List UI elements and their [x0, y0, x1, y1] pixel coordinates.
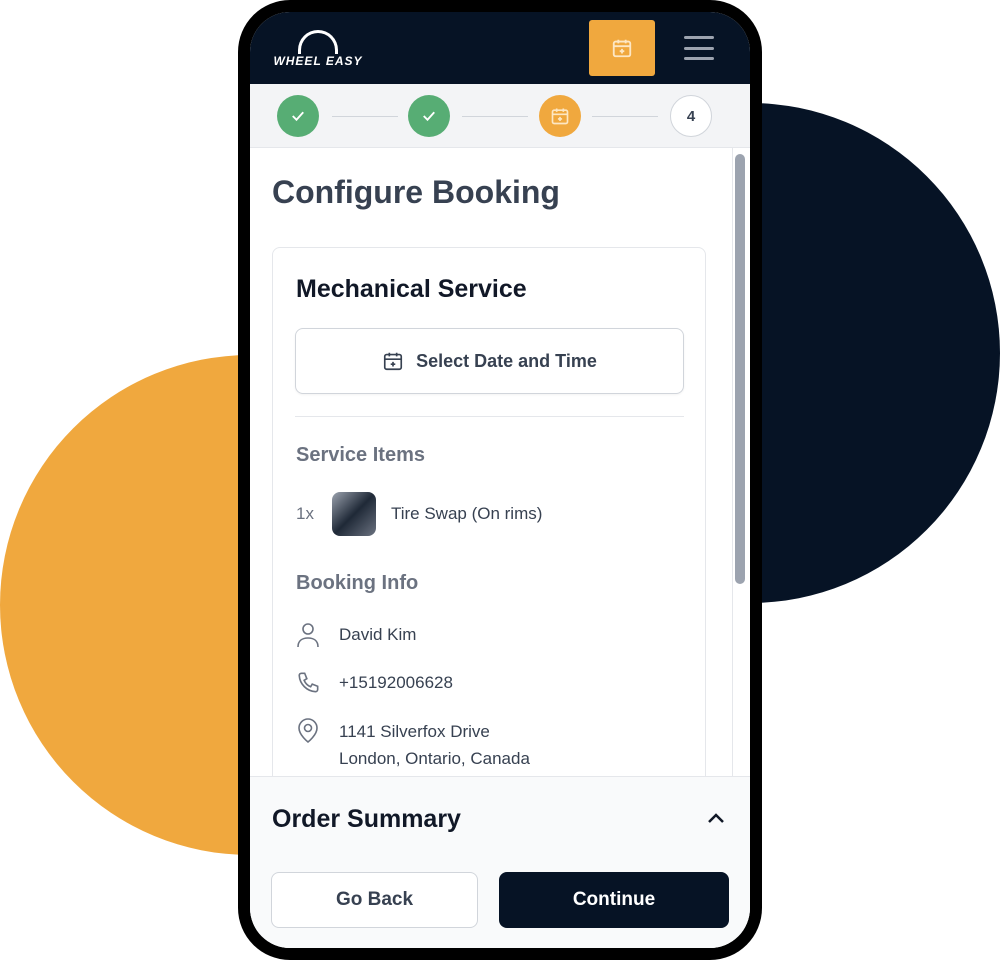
calendar-plus-icon: [384, 352, 403, 371]
booking-info-heading: Booking Info: [296, 572, 419, 594]
user-icon: [297, 623, 319, 648]
check-icon: [423, 111, 435, 122]
calendar-plus-icon: [612, 39, 632, 58]
service-title: Mechanical Service: [296, 275, 527, 303]
service-card: Mechanical Service Select Date and Time …: [272, 247, 706, 776]
chevron-up-icon[interactable]: [706, 811, 726, 825]
logo[interactable]: WHEEL EASY: [270, 30, 366, 68]
address-row: 1141 Silverfox Drive London, Ontario, Can…: [296, 718, 530, 772]
stepper: 4: [250, 84, 750, 148]
page-title: Configure Booking: [272, 174, 560, 210]
service-item: 1x Tire Swap (On rims): [296, 492, 542, 536]
booking-button[interactable]: [589, 20, 655, 76]
phone-frame: WHEEL EASY 4 Configure Booking Mechanica…: [238, 0, 762, 960]
header: WHEEL EASY: [250, 12, 750, 84]
footer: Order Summary Go Back Continue: [250, 776, 750, 948]
customer-name-row: David Kim: [296, 622, 416, 648]
phone-row: +15192006628: [296, 670, 453, 696]
step-2-complete: [408, 95, 450, 137]
item-name: Tire Swap (On rims): [390, 504, 543, 523]
divider: [295, 416, 684, 417]
step-3-current: [539, 95, 581, 137]
check-icon: [292, 111, 304, 122]
item-qty: 1x: [296, 504, 314, 523]
order-summary-toggle[interactable]: Order Summary: [272, 805, 461, 834]
screen: WHEEL EASY 4 Configure Booking Mechanica…: [250, 12, 750, 948]
select-date-time-button[interactable]: Select Date and Time: [295, 328, 684, 394]
calendar-plus-icon: [551, 108, 569, 125]
phone-icon: [298, 672, 319, 693]
step-4: 4: [670, 95, 712, 137]
item-thumbnail: [331, 492, 376, 536]
service-items-heading: Service Items: [296, 444, 425, 466]
main-content: Configure Booking Mechanical Service Sel…: [250, 148, 750, 776]
scrollbar[interactable]: [735, 154, 745, 584]
step-1-complete: [277, 95, 319, 137]
hamburger-icon[interactable]: [684, 36, 714, 60]
location-pin-icon: [298, 718, 318, 744]
go-back-button[interactable]: Go Back: [271, 872, 478, 928]
continue-button[interactable]: Continue: [499, 872, 729, 928]
